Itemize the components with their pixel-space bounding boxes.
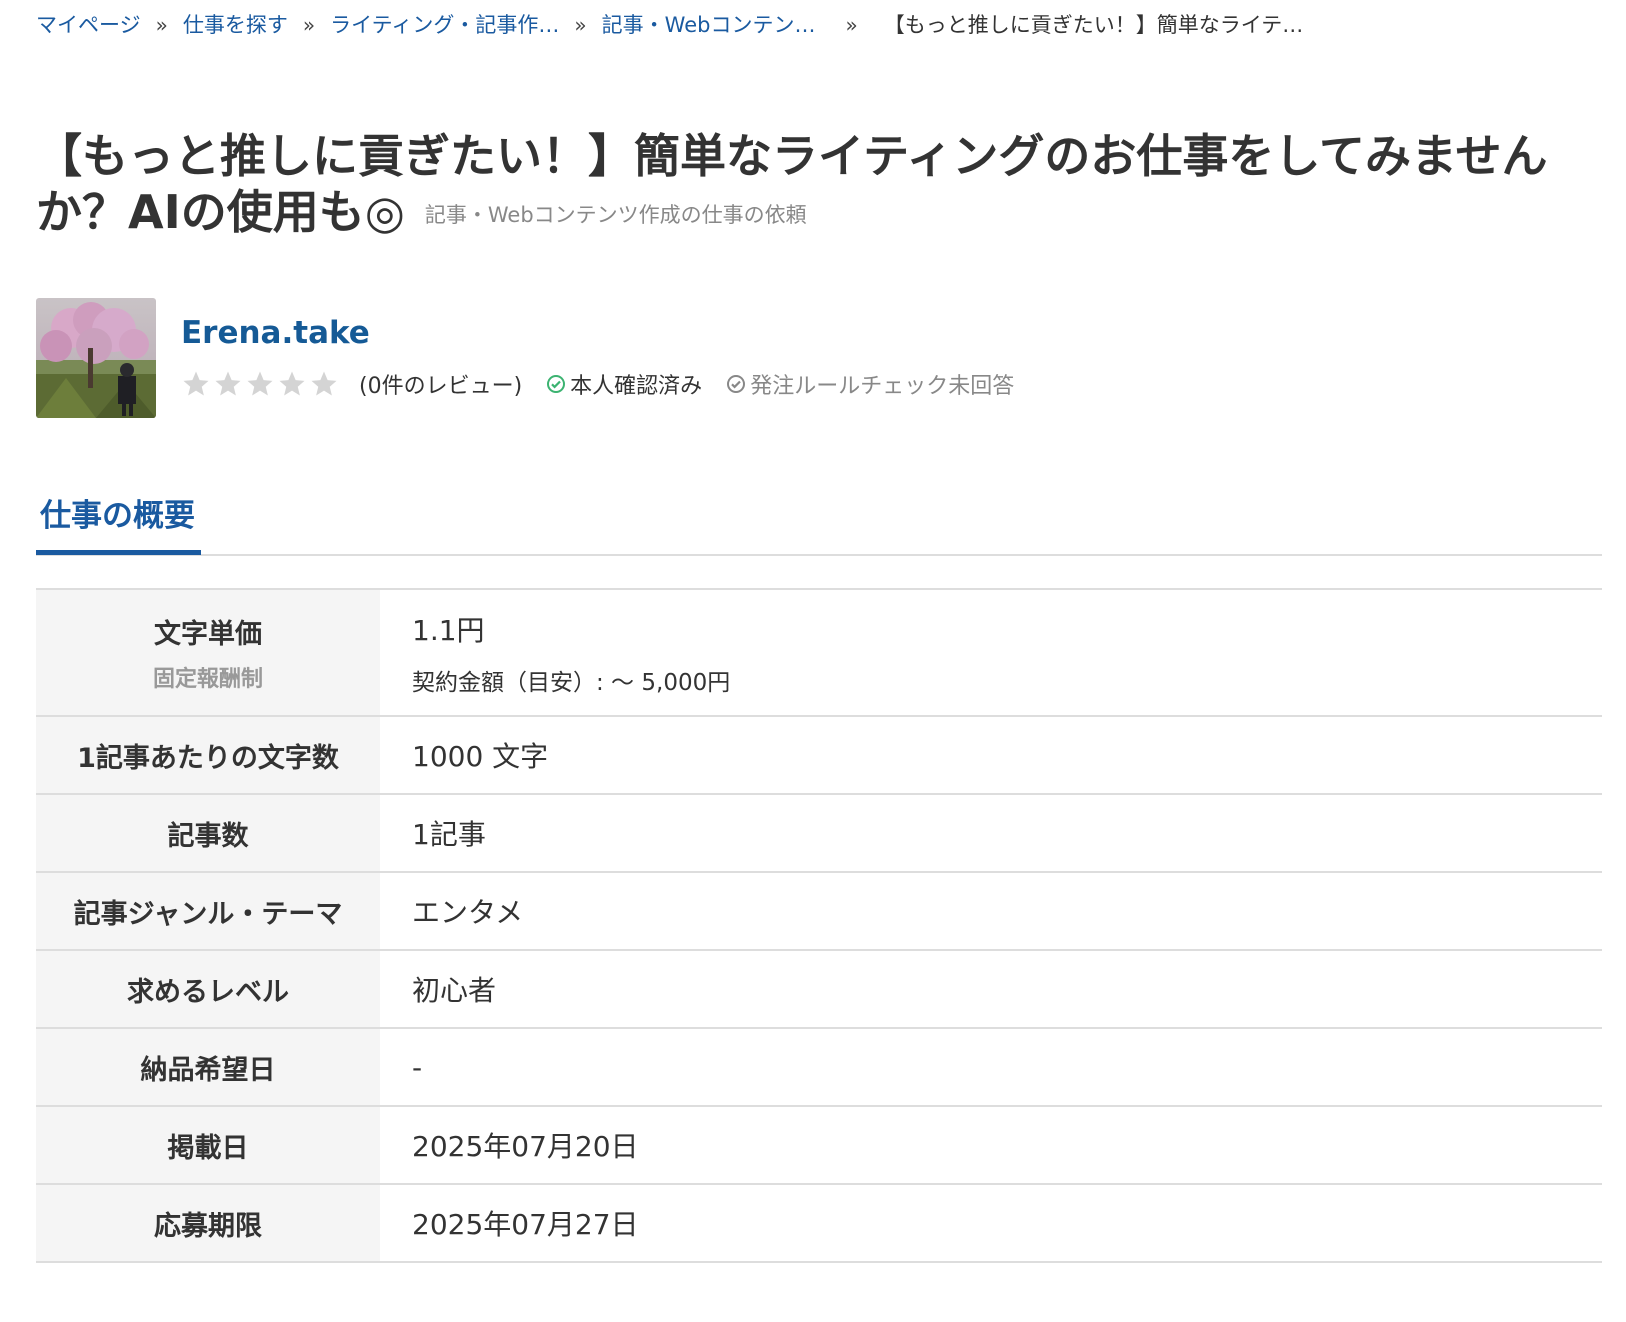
breadcrumb-separator: » xyxy=(302,13,316,37)
table-row: 文字単価 固定報酬制 1.1円 契約金額（目安）: 〜 5,000円 xyxy=(36,589,1602,717)
row-label: 求めるレベル xyxy=(36,950,380,1029)
table-row: 記事ジャンル・テーマ エンタメ xyxy=(36,872,1602,951)
job-detail-table: 文字単価 固定報酬制 1.1円 契約金額（目安）: 〜 5,000円 1記事あた… xyxy=(36,588,1602,1263)
table-row: 応募期限 2025年07月27日 xyxy=(36,1184,1602,1263)
row-value: 2025年07月20日 xyxy=(380,1106,1602,1185)
table-row: 記事数 1記事 xyxy=(36,794,1602,873)
price-value: 1.1円 xyxy=(412,613,485,647)
photo-avatar-icon xyxy=(36,298,156,418)
breadcrumb-writing[interactable]: ライティング・記事作… xyxy=(330,10,559,40)
breadcrumb-separator: » xyxy=(845,13,858,37)
star-empty-icon xyxy=(279,371,305,396)
review-count-link[interactable]: (0件のレビュー) xyxy=(359,368,522,400)
client-meta: (0件のレビュー) 本人確認済み 発注ルールチェック未回答 xyxy=(181,368,1038,400)
job-detail-page: マイページ » 仕事を探す » ライティング・記事作… » 記事・Webコンテン… xyxy=(0,0,1626,1322)
table-row: 納品希望日 - xyxy=(36,1028,1602,1107)
identity-verified-label: 本人確認済み xyxy=(570,374,703,399)
row-value: 1000 文字 xyxy=(380,716,1602,795)
row-label: 文字単価 固定報酬制 xyxy=(36,589,380,717)
row-value: 1.1円 契約金額（目安）: 〜 5,000円 xyxy=(380,589,1602,717)
price-type-label: 固定報酬制 xyxy=(152,667,263,692)
table-row: 1記事あたりの文字数 1000 文字 xyxy=(36,716,1602,795)
client-name-link[interactable]: Erena.take xyxy=(181,315,370,351)
row-value: 初心者 xyxy=(380,950,1602,1029)
star-empty-icon xyxy=(183,371,209,396)
job-category-note: 記事・Webコンテンツ作成の仕事の依頼 xyxy=(424,203,807,227)
row-label: 記事数 xyxy=(36,794,380,873)
price-label: 文字単価 xyxy=(154,619,262,650)
table-row: 求めるレベル 初心者 xyxy=(36,950,1602,1029)
check-circle-icon xyxy=(547,375,566,393)
check-circle-icon xyxy=(727,375,746,393)
contract-amount-estimate: 契約金額（目安）: 〜 5,000円 xyxy=(412,669,731,696)
client-avatar[interactable] xyxy=(36,298,156,418)
identity-verified-badge: 本人確認済み xyxy=(546,368,702,400)
order-rule-check-badge: 発注ルールチェック未回答 xyxy=(726,368,1014,400)
row-label: 掲載日 xyxy=(36,1106,380,1185)
order-rule-check-label: 発注ルールチェック未回答 xyxy=(750,374,1015,399)
row-value: 2025年07月27日 xyxy=(380,1184,1602,1263)
breadcrumb: マイページ » 仕事を探す » ライティング・記事作… » 記事・Webコンテン… xyxy=(36,10,1303,40)
tab-job-overview[interactable]: 仕事の概要 xyxy=(36,490,199,549)
active-tab-indicator xyxy=(36,550,201,555)
row-value: - xyxy=(380,1028,1602,1107)
row-label: 記事ジャンル・テーマ xyxy=(36,872,380,951)
row-value: 1記事 xyxy=(380,794,1602,873)
row-label: 1記事あたりの文字数 xyxy=(36,716,380,795)
star-empty-icon xyxy=(247,371,273,396)
row-value: エンタメ xyxy=(380,872,1602,951)
row-label: 納品希望日 xyxy=(36,1028,380,1107)
breadcrumb-mypage[interactable]: マイページ xyxy=(36,10,141,40)
star-empty-icon xyxy=(311,371,337,396)
table-row: 掲載日 2025年07月20日 xyxy=(36,1106,1602,1185)
breadcrumb-separator: » xyxy=(155,13,168,37)
row-label: 応募期限 xyxy=(36,1184,380,1263)
breadcrumb-current: 【もっと推しに貢ぎたい！】簡単なライテ… xyxy=(883,13,1304,37)
star-empty-icon xyxy=(215,371,241,396)
breadcrumb-find-jobs[interactable]: 仕事を探す xyxy=(183,10,288,40)
rating-stars xyxy=(181,369,339,399)
breadcrumb-web-content[interactable]: 記事・Webコンテン… xyxy=(602,10,816,40)
page-title: 【もっと推しに貢ぎたい！】簡単なライティングのお仕事をしてみませんか？AIの使用… xyxy=(36,128,1566,243)
section-divider xyxy=(36,554,1602,556)
breadcrumb-separator: » xyxy=(574,13,587,37)
